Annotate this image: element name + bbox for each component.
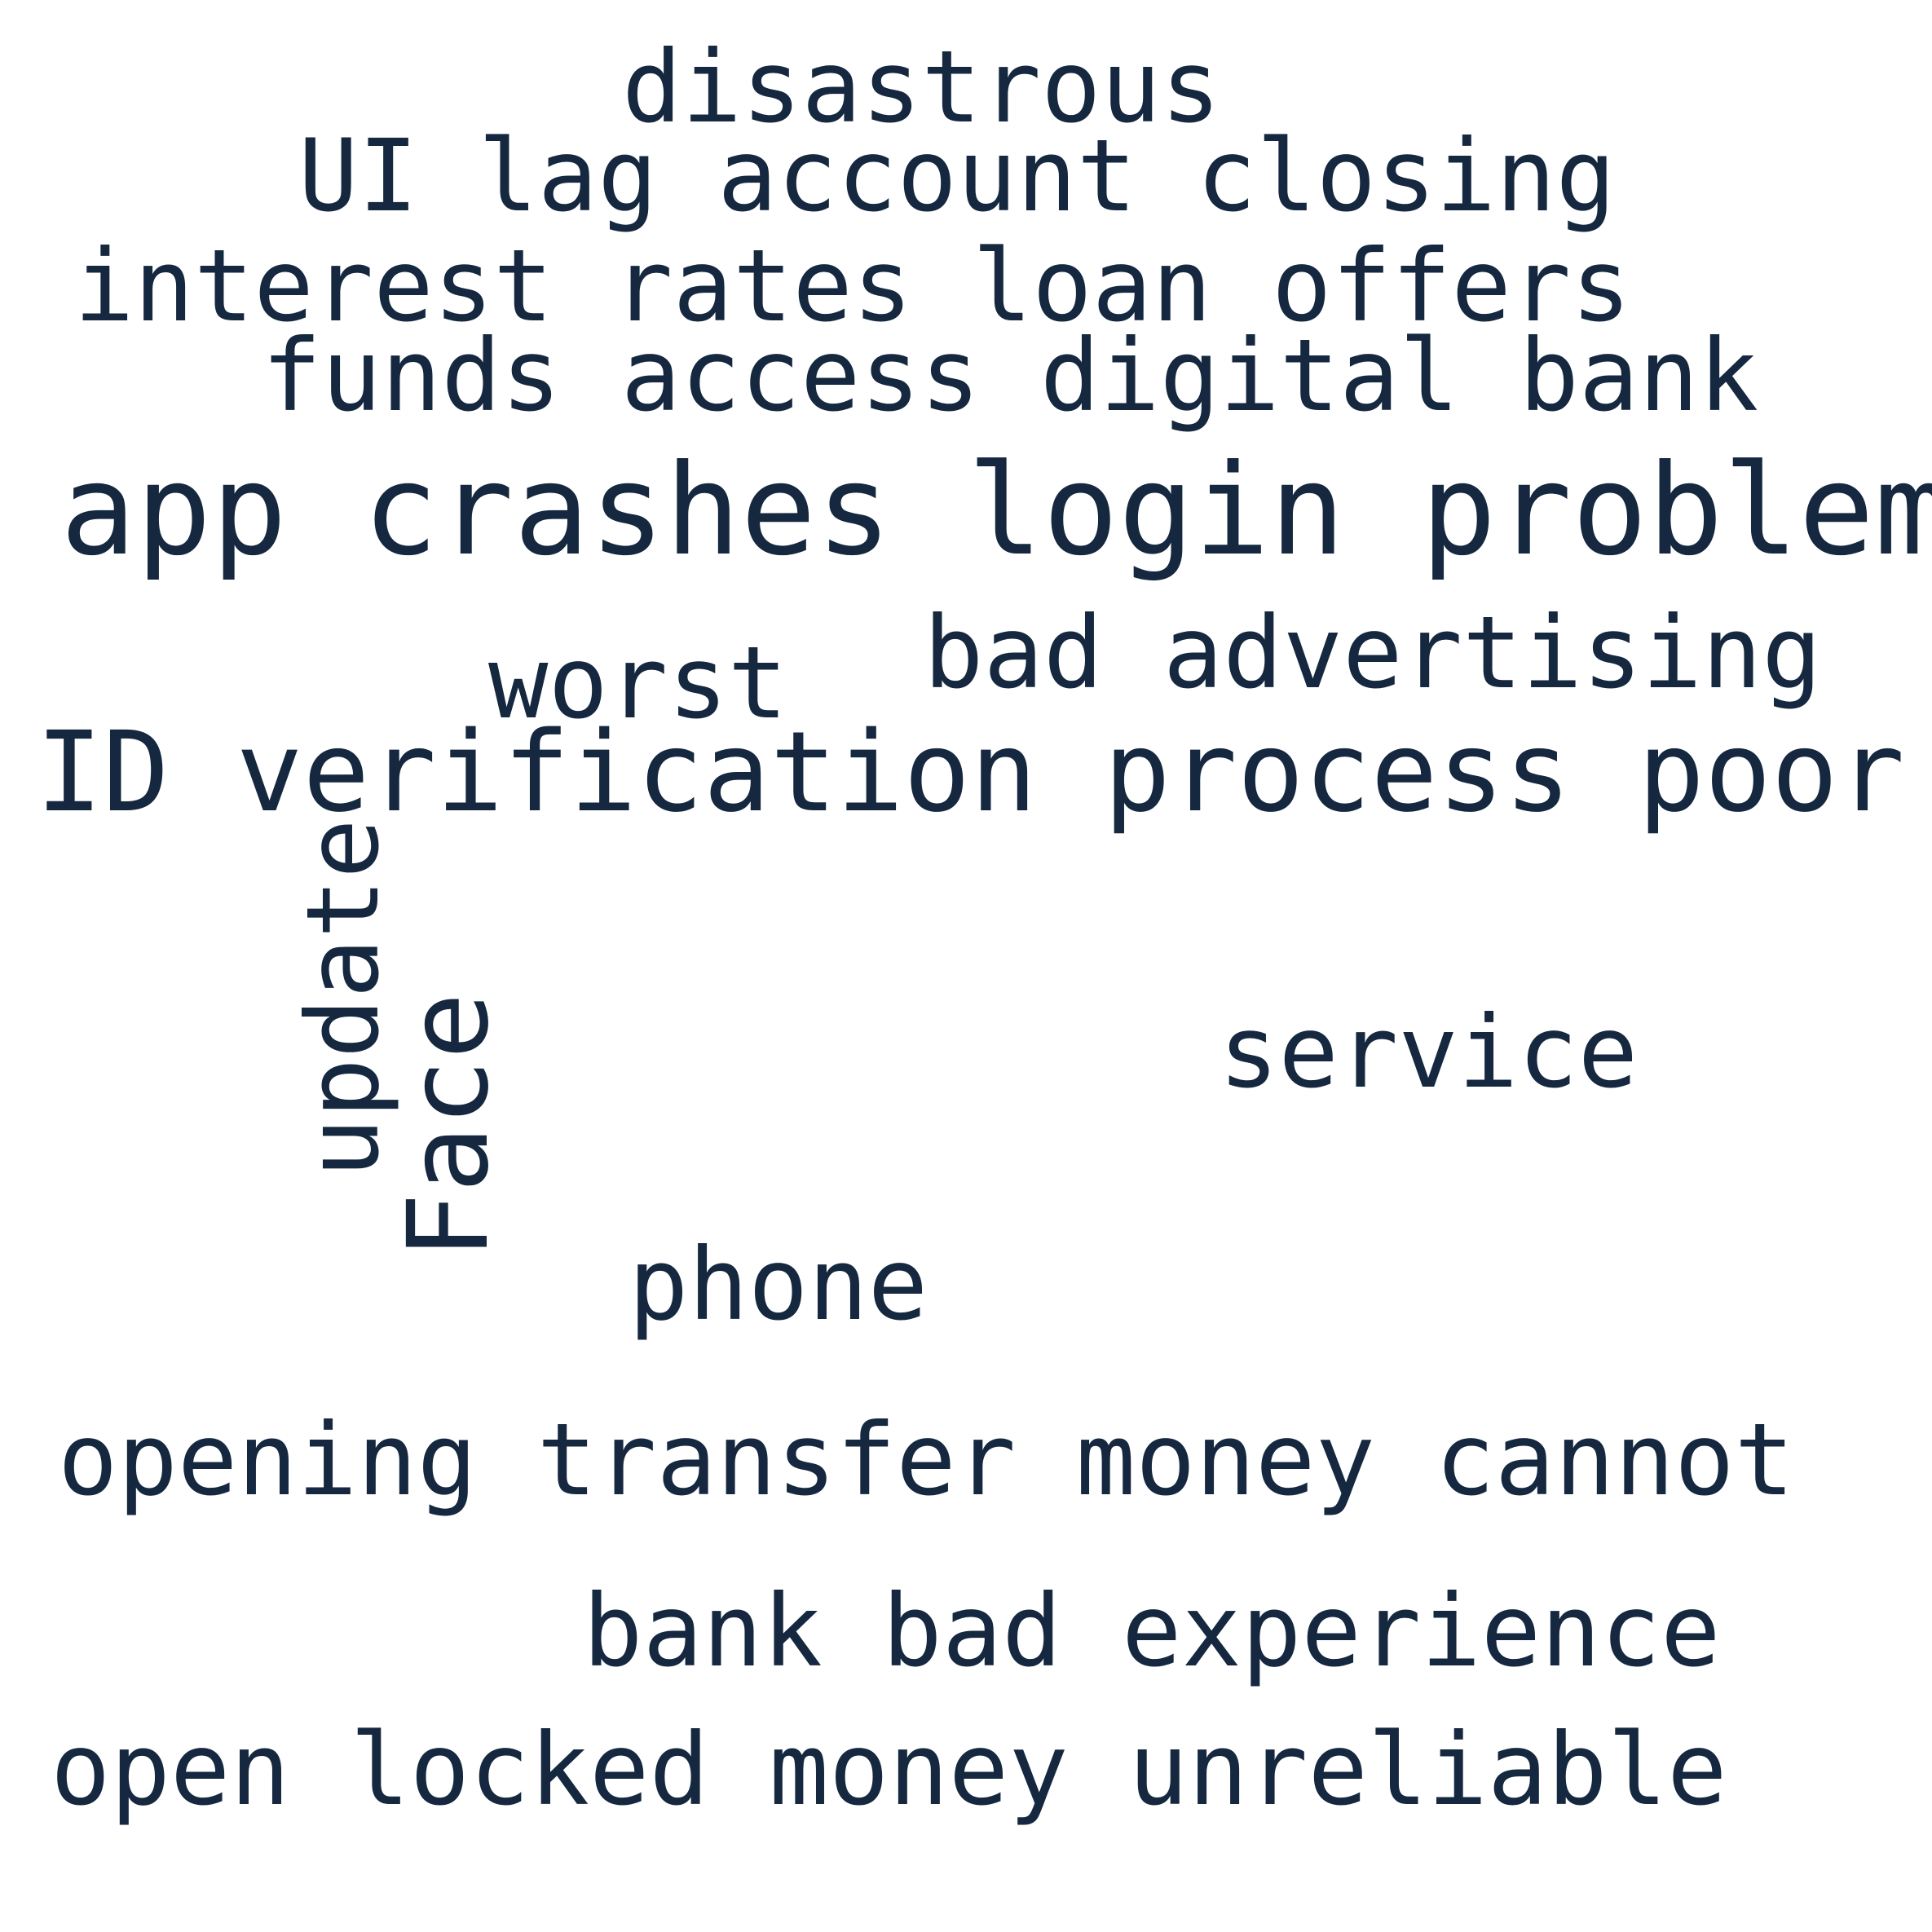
phrase-open-locked-money-unreliable: open locked money unreliable [51, 1712, 1727, 1828]
word-phone: phone [629, 1227, 929, 1343]
phrase-app-crashes-login-problems: app crashes login problems [60, 438, 1932, 584]
word-cloud: disastrous UI lag account closing intere… [0, 0, 1932, 1932]
phrase-bad-advertising: bad advertising [924, 595, 1822, 711]
phrase-opening-transfer-money-cannot: opening transfer money cannot [58, 1402, 1795, 1518]
phrase-funds-access-digital-bank: funds access digital bank [262, 318, 1759, 434]
phrase-bank-bad-experience: bank bad experience [583, 1573, 1721, 1689]
phrase-ui-lag-account-closing: UI lag account closing [298, 118, 1616, 234]
word-service: service [1219, 995, 1639, 1110]
phrase-id-verification-process-poor: ID verification process poor [36, 708, 1905, 837]
word-face-vertical: Face [385, 992, 514, 1259]
word-update-vertical: update [285, 818, 401, 1178]
